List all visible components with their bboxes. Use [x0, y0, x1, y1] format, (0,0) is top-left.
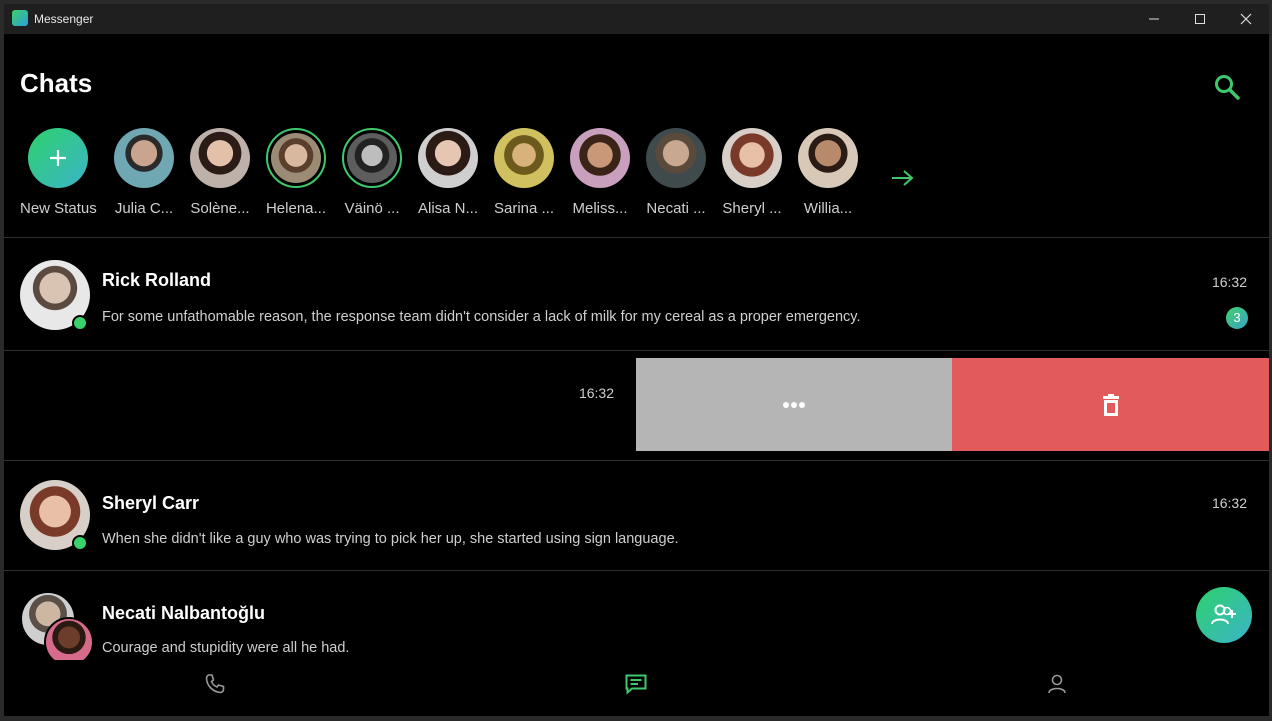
phone-icon	[205, 674, 225, 694]
arrow-right-icon[interactable]	[890, 168, 916, 188]
new-status-button[interactable]	[28, 128, 88, 188]
chat-row[interactable]: Rick Rolland 16:32 For some unfathomable…	[4, 238, 1269, 350]
chat-name: Sheryl Carr	[102, 493, 200, 513]
add-group-button[interactable]	[1196, 587, 1252, 643]
story-label: Alisa N...	[417, 200, 478, 217]
add-group-icon	[1211, 604, 1236, 625]
story-item[interactable]: Solène...	[182, 128, 258, 217]
nav-profile[interactable]	[1045, 672, 1069, 696]
chat-time: 16:32	[1211, 495, 1247, 511]
person-icon	[1048, 674, 1066, 694]
minimize-icon	[1149, 18, 1159, 20]
messenger-window: Messenger Chats New Status Julia C... So…	[4, 4, 1269, 716]
chat-preview: When she didn't like a guy who was tryin…	[102, 531, 679, 547]
story-item[interactable]: Necati ...	[638, 128, 714, 217]
avatar	[646, 128, 706, 188]
avatar	[418, 128, 478, 188]
chat-time: 16:32	[578, 385, 614, 401]
chat-preview: Courage and stupidity were all he had.	[102, 640, 350, 656]
maximize-icon	[1195, 14, 1205, 24]
plus-icon	[50, 150, 66, 166]
chat-name: Necati Nalbantoğlu	[102, 603, 266, 623]
more-icon	[783, 401, 805, 408]
story-label: Sarina ...	[493, 200, 555, 217]
trash-icon	[1102, 393, 1119, 416]
story-item[interactable]: Alisa N...	[410, 128, 486, 217]
avatar	[342, 128, 402, 188]
maximize-button[interactable]	[1177, 4, 1223, 34]
story-new-status[interactable]: New Status	[20, 128, 97, 217]
chat-preview: For some unfathomable reason, the respon…	[102, 309, 861, 325]
close-button[interactable]	[1223, 4, 1269, 34]
window-title: Messenger	[34, 12, 94, 26]
story-label: Solène...	[190, 200, 250, 217]
avatar	[798, 128, 858, 188]
search-icon	[1215, 75, 1240, 100]
online-indicator	[72, 535, 88, 551]
avatar	[494, 128, 554, 188]
avatar	[190, 128, 250, 188]
avatar	[722, 128, 782, 188]
minimize-button[interactable]	[1131, 4, 1177, 34]
story-label: Helena...	[265, 200, 327, 217]
story-item[interactable]: Meliss...	[562, 128, 638, 217]
nav-calls[interactable]	[203, 672, 227, 696]
page-title: Chats	[20, 68, 93, 98]
story-item[interactable]: Väinö ...	[334, 128, 410, 217]
story-item[interactable]: Helena...	[258, 128, 334, 217]
bottom-navigation	[4, 660, 1269, 716]
search-button[interactable]	[1212, 72, 1242, 102]
status-strip: New Status Julia C... Solène... Helena..…	[20, 128, 1250, 228]
chat-row[interactable]: Sheryl Carr 16:32 When she didn't like a…	[4, 461, 1269, 570]
story-label: Sheryl ...	[722, 200, 782, 217]
story-item[interactable]: Sarina ...	[486, 128, 562, 217]
story-label: Julia C...	[114, 200, 174, 217]
story-label: Willia...	[803, 200, 853, 217]
chat-row[interactable]: Necati Nalbantoğlu Courage and stupidity…	[4, 571, 1269, 667]
story-label: Väinö ...	[344, 200, 400, 217]
messenger-app-icon	[12, 10, 28, 26]
story-item[interactable]: Sheryl ...	[714, 128, 790, 217]
avatar	[114, 128, 174, 188]
delete-chat-button[interactable]	[952, 358, 1269, 451]
unread-badge: 3	[1226, 307, 1248, 329]
story-label: Meliss...	[572, 200, 628, 217]
story-label: New Status	[20, 200, 97, 217]
nav-chats[interactable]	[624, 672, 648, 696]
close-icon	[1240, 13, 1252, 25]
chat-time: 16:32	[1211, 274, 1247, 290]
story-item[interactable]: Willia...	[790, 128, 866, 217]
avatar	[266, 128, 326, 188]
online-indicator	[72, 315, 88, 331]
story-item[interactable]: Julia C...	[106, 128, 182, 217]
title-bar: Messenger	[4, 4, 1269, 34]
story-label: Necati ...	[646, 200, 706, 217]
chat-icon	[625, 674, 647, 695]
chat-name: Rick Rolland	[102, 270, 212, 290]
avatar	[570, 128, 630, 188]
more-options-button[interactable]	[636, 358, 952, 451]
